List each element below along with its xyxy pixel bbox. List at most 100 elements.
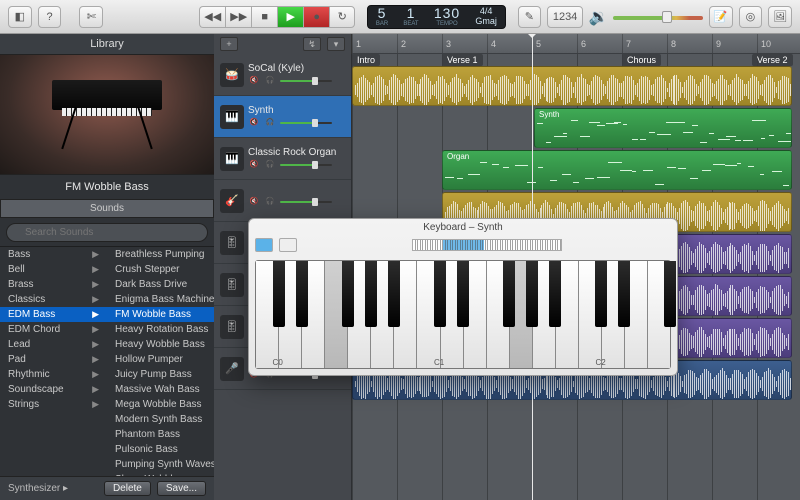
preset-item[interactable]: Breathless Pumping (107, 247, 214, 262)
track-volume-slider[interactable] (280, 78, 332, 84)
headphones-icon[interactable]: 🎧 (264, 76, 276, 86)
track-menu-icon[interactable]: ▾ (327, 37, 345, 51)
category-item[interactable]: EDM Bass▶ (0, 307, 107, 322)
category-item[interactable]: Lead▶ (0, 337, 107, 352)
white-key[interactable] (579, 261, 602, 368)
notepad-button[interactable]: 📝 (709, 6, 733, 28)
track-header[interactable]: 🎹Synth🔇🎧 (214, 96, 351, 138)
save-button[interactable]: Save... (157, 481, 206, 496)
white-key[interactable] (602, 261, 625, 368)
help-button[interactable]: ? (38, 6, 62, 28)
category-item[interactable]: Pad▶ (0, 352, 107, 367)
white-key[interactable] (487, 261, 510, 368)
white-key[interactable] (625, 261, 648, 368)
category-item[interactable]: Classics▶ (0, 292, 107, 307)
white-key[interactable] (648, 261, 670, 368)
arrangement-marker[interactable]: Verse 2 (752, 54, 793, 66)
white-key[interactable] (348, 261, 371, 368)
ruler-tick: 1 (352, 34, 361, 53)
automation-icon[interactable]: ↯ (303, 37, 321, 51)
arrangement-marker[interactable]: Chorus (622, 54, 661, 66)
white-key[interactable] (510, 261, 533, 368)
white-key[interactable] (302, 261, 325, 368)
media-button[interactable]: 🖼 (768, 6, 792, 28)
white-key[interactable] (417, 261, 440, 368)
search-input[interactable] (6, 223, 208, 242)
cycle-button[interactable]: ↻ (329, 6, 355, 28)
track-header[interactable]: 🎹Classic Rock Organ🔇🎧 (214, 138, 351, 180)
white-key[interactable] (556, 261, 579, 368)
record-button[interactable]: ● (303, 6, 329, 28)
loops-button[interactable]: ◎ (739, 6, 763, 28)
delete-button[interactable]: Delete (104, 481, 151, 496)
lcd-tempo: 130 (434, 6, 460, 20)
lcd-key: Gmaj (475, 17, 497, 26)
arrangement-marker[interactable]: Intro (352, 54, 380, 66)
white-key[interactable] (279, 261, 302, 368)
forward-button[interactable]: ▶▶ (225, 6, 251, 28)
preset-item[interactable]: Crush Stepper (107, 262, 214, 277)
library-toggle-button[interactable]: ◧ (8, 6, 32, 28)
musical-keyboard-window[interactable]: Keyboard – Synth C0 C1 C2 (248, 218, 678, 376)
master-volume-slider[interactable] (613, 12, 703, 22)
stop-button[interactable]: ■ (251, 6, 277, 28)
preset-item[interactable]: Phantom Bass (107, 427, 214, 442)
preset-item[interactable]: Modern Synth Bass (107, 412, 214, 427)
white-key[interactable] (256, 261, 279, 368)
piano-keyboard[interactable]: C0 C1 C2 (255, 260, 671, 369)
category-item[interactable]: Bell▶ (0, 262, 107, 277)
timeline-ruler[interactable]: 1234567891011 (352, 34, 800, 54)
category-item[interactable]: Soundscape▶ (0, 382, 107, 397)
mute-icon[interactable]: 🔇 (248, 76, 260, 86)
pencil-icon[interactable]: ✎ (518, 6, 542, 28)
lcd-display[interactable]: 5BAR 1BEAT 130TEMPO 4/4Gmaj (367, 5, 505, 29)
preset-item[interactable]: Pumping Synth Waves (107, 457, 214, 472)
keyboard-view-button[interactable] (279, 238, 297, 252)
preset-item[interactable]: Mega Wobble Bass (107, 397, 214, 412)
scissors-icon[interactable]: ✄ (79, 6, 103, 28)
preset-item[interactable]: Dark Bass Drive (107, 277, 214, 292)
preset-item[interactable]: Enigma Bass Machine (107, 292, 214, 307)
region[interactable] (352, 66, 792, 106)
category-item[interactable]: Strings▶ (0, 397, 107, 412)
white-key[interactable] (441, 261, 464, 368)
preset-item[interactable]: Massive Wah Bass (107, 382, 214, 397)
category-item[interactable]: EDM Chord▶ (0, 322, 107, 337)
preset-item[interactable]: Pulsonic Bass (107, 442, 214, 457)
category-item[interactable]: Rhythmic▶ (0, 367, 107, 382)
white-key[interactable] (533, 261, 556, 368)
preset-item[interactable]: Heavy Wobble Bass (107, 337, 214, 352)
category-item[interactable]: Bass▶ (0, 247, 107, 262)
mute-icon[interactable]: 🔇 (248, 118, 260, 128)
add-track-button[interactable]: + (220, 37, 238, 51)
mute-icon[interactable]: 🔇 (248, 197, 260, 207)
tuner-button[interactable]: 1234 (547, 6, 583, 28)
track-header[interactable]: 🥁SoCal (Kyle)🔇🎧 (214, 54, 351, 96)
white-key[interactable] (394, 261, 417, 368)
play-button[interactable]: ▶ (277, 6, 303, 28)
mute-icon[interactable]: 🔇 (248, 160, 260, 170)
track-volume-slider[interactable] (280, 120, 332, 126)
footer-path: Synthesizer ▸ (8, 483, 98, 494)
track-volume-slider[interactable] (280, 162, 332, 168)
keyboard-range-overview[interactable] (412, 239, 562, 251)
sustain-button[interactable] (255, 238, 273, 252)
region[interactable]: Organ (442, 150, 792, 190)
category-item[interactable]: Brass▶ (0, 277, 107, 292)
preset-item[interactable]: FM Wobble Bass (107, 307, 214, 322)
preset-item[interactable]: Heavy Rotation Bass (107, 322, 214, 337)
tab-sounds[interactable]: Sounds (0, 199, 214, 218)
preset-item[interactable]: Hollow Pumper (107, 352, 214, 367)
headphones-icon[interactable]: 🎧 (264, 160, 276, 170)
headphones-icon[interactable]: 🎧 (264, 197, 276, 207)
headphones-icon[interactable]: 🎧 (264, 118, 276, 128)
track-volume-slider[interactable] (280, 199, 332, 205)
preset-item[interactable]: Juicy Pump Bass (107, 367, 214, 382)
rewind-button[interactable]: ◀◀ (199, 6, 225, 28)
white-key[interactable] (464, 261, 487, 368)
arrangement-marker[interactable]: Verse 1 (442, 54, 483, 66)
white-key[interactable] (325, 261, 348, 368)
track-header[interactable]: 🎸🔇🎧 (214, 180, 351, 222)
region[interactable]: Synth (534, 108, 792, 148)
white-key[interactable] (371, 261, 394, 368)
